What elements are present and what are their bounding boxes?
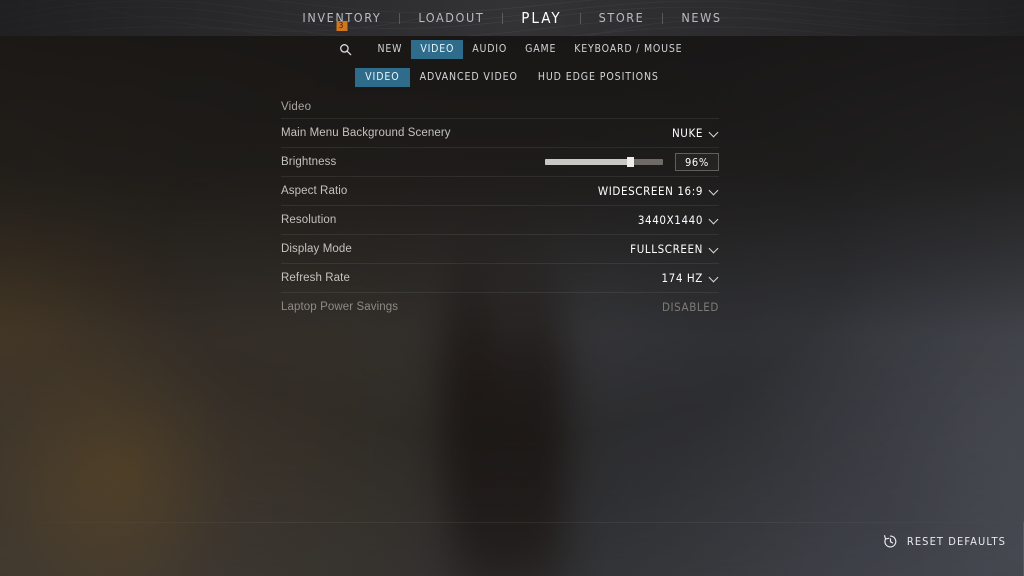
setting-label: Refresh Rate	[281, 272, 350, 284]
tab-video[interactable]: VIDEO	[411, 39, 464, 59]
setting-label: Display Mode	[281, 243, 352, 255]
history-clock-icon	[883, 535, 897, 548]
subtab-advanced-video-label: ADVANCED VIDEO	[419, 70, 518, 83]
brightness-control[interactable]: 96%	[545, 153, 719, 171]
subtab-hud-edge-positions[interactable]: HUD EDGE POSITIONS	[528, 68, 669, 87]
setting-value-text: 174 HZ	[661, 271, 703, 285]
tab-video-label: VIDEO	[420, 42, 455, 55]
setting-value-text: DISABLED	[661, 300, 719, 314]
nav-item-play-label: PLAY	[521, 9, 562, 27]
tab-audio[interactable]: AUDIO	[463, 40, 516, 59]
tab-new-label: NEW	[377, 42, 403, 55]
inventory-badge: 3	[336, 21, 348, 31]
setting-value-text: NUKE	[671, 126, 703, 140]
tab-game[interactable]: GAME	[516, 40, 565, 59]
setting-value-static: DISABLED	[662, 300, 719, 314]
subtab-video-label: VIDEO	[365, 70, 400, 83]
setting-row-laptop-power-savings: Laptop Power Savings DISABLED	[281, 292, 719, 321]
chevron-down-icon	[710, 186, 719, 195]
setting-value-text: 3440X1440	[637, 213, 703, 227]
setting-row-brightness[interactable]: Brightness 96%	[281, 147, 719, 176]
brightness-slider-thumb[interactable]	[626, 157, 634, 167]
settings-category-tabs: NEW VIDEO AUDIO GAME KEYBOARD / MOUSE	[333, 38, 692, 60]
setting-row-aspect-ratio[interactable]: Aspect Ratio WIDESCREEN 16:9	[281, 176, 719, 205]
nav-item-news-label: NEWS	[681, 10, 722, 25]
subtab-hud-edge-positions-label: HUD EDGE POSITIONS	[537, 70, 659, 83]
nav-item-store-label: STORE	[598, 10, 645, 25]
chevron-down-icon	[710, 244, 719, 253]
chevron-down-icon	[710, 273, 719, 282]
nav-item-store[interactable]: STORE	[581, 0, 663, 36]
setting-row-resolution[interactable]: Resolution 3440X1440	[281, 205, 719, 234]
setting-value-text: WIDESCREEN 16:9	[597, 184, 703, 198]
brightness-value-box[interactable]: 96%	[675, 153, 719, 171]
brightness-value-text: 96%	[684, 155, 710, 169]
setting-value-dropdown[interactable]: 174 HZ	[662, 271, 720, 285]
tab-keyboard-mouse-label: KEYBOARD / MOUSE	[574, 42, 683, 55]
chevron-down-icon	[710, 128, 719, 137]
main-navigation: INVENTORY 3 LOADOUT PLAY STORE NEWS	[0, 0, 1024, 36]
subtab-advanced-video[interactable]: ADVANCED VIDEO	[410, 68, 528, 87]
subtab-video[interactable]: VIDEO	[355, 67, 410, 87]
reset-defaults-label: RESET DEFAULTS	[906, 535, 1006, 548]
reset-defaults-button[interactable]: RESET DEFAULTS	[883, 534, 1006, 549]
chevron-down-icon	[710, 215, 719, 224]
tab-new[interactable]: NEW	[369, 40, 412, 59]
nav-item-inventory[interactable]: INVENTORY 3	[284, 0, 399, 36]
settings-subcategory-tabs: VIDEO ADVANCED VIDEO HUD EDGE POSITIONS	[355, 66, 669, 88]
setting-label: Laptop Power Savings	[281, 301, 399, 313]
setting-row-main-menu-background-scenery[interactable]: Main Menu Background Scenery NUKE	[281, 118, 719, 147]
setting-label: Aspect Ratio	[281, 185, 348, 197]
search-icon	[340, 43, 352, 55]
settings-screen: INVENTORY 3 LOADOUT PLAY STORE NEWS NEW …	[0, 0, 1024, 576]
nav-item-news[interactable]: NEWS	[663, 0, 739, 36]
tab-audio-label: AUDIO	[472, 42, 508, 55]
setting-value-dropdown[interactable]: WIDESCREEN 16:9	[598, 184, 719, 198]
tab-game-label: GAME	[525, 42, 557, 55]
tab-keyboard-mouse[interactable]: KEYBOARD / MOUSE	[565, 40, 691, 59]
setting-label: Brightness	[281, 156, 337, 168]
setting-value-dropdown[interactable]: FULLSCREEN	[630, 242, 719, 256]
setting-row-refresh-rate[interactable]: Refresh Rate 174 HZ	[281, 263, 719, 292]
section-title: Video	[281, 101, 312, 113]
nav-item-loadout-label: LOADOUT	[418, 10, 485, 25]
setting-row-display-mode[interactable]: Display Mode FULLSCREEN	[281, 234, 719, 263]
brightness-slider-fill	[545, 159, 630, 165]
setting-label: Main Menu Background Scenery	[281, 127, 451, 139]
top-bar: INVENTORY 3 LOADOUT PLAY STORE NEWS	[0, 0, 1024, 36]
search-button[interactable]	[333, 39, 359, 59]
nav-item-play[interactable]: PLAY	[503, 0, 579, 36]
nav-item-loadout[interactable]: LOADOUT	[400, 0, 502, 36]
settings-list: Video Main Menu Background Scenery NUKE …	[281, 96, 719, 321]
setting-value-text: FULLSCREEN	[630, 242, 703, 256]
setting-value-dropdown[interactable]: 3440X1440	[638, 213, 719, 227]
settings-navigation: NEW VIDEO AUDIO GAME KEYBOARD / MOUSE VI…	[0, 36, 1024, 88]
footer-bar: RESET DEFAULTS	[0, 522, 1024, 576]
setting-label: Resolution	[281, 214, 337, 226]
setting-value-dropdown[interactable]: NUKE	[672, 126, 719, 140]
brightness-slider[interactable]	[545, 157, 663, 167]
